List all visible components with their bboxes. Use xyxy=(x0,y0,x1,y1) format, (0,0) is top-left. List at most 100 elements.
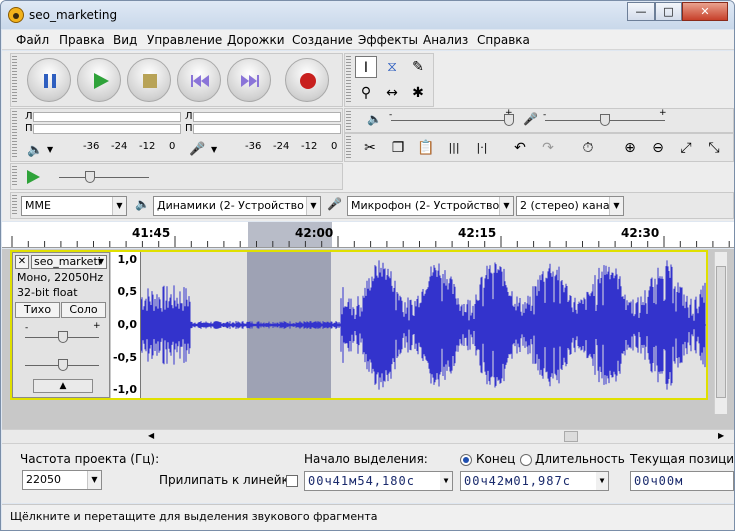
chevron-down-icon: ▼ xyxy=(596,472,608,490)
meter-left-label: Л xyxy=(25,111,33,122)
timeshift-tool-icon[interactable]: ↔ xyxy=(381,82,403,104)
scroll-right-icon[interactable]: ▶ xyxy=(718,431,724,440)
silence-icon[interactable]: |·| xyxy=(471,137,493,159)
sync-lock-icon[interactable]: ⏱ xyxy=(577,137,599,159)
toolbar-grip[interactable] xyxy=(12,111,17,159)
speaker-icon[interactable]: 🔈 xyxy=(27,143,43,158)
audio-position-field[interactable]: 00ч00м xyxy=(630,471,734,491)
playback-device-select[interactable]: Динамики (2- Устройство с п ▼ xyxy=(153,196,321,216)
timeline-ruler[interactable]: 41:45 42:00 42:15 42:30 xyxy=(2,222,734,248)
menu-file[interactable]: Файл xyxy=(16,33,49,47)
recording-device-select[interactable]: Микрофон (2- Устройство с г ▼ xyxy=(347,196,514,216)
collapse-track-button[interactable]: ▲ xyxy=(33,379,93,393)
scale-label: -0,5 xyxy=(112,351,137,364)
vertical-scrollbar[interactable] xyxy=(714,252,727,414)
vertical-scrollbar-thumb[interactable] xyxy=(716,266,726,398)
play-at-speed-icon[interactable] xyxy=(25,169,41,185)
skip-start-button[interactable] xyxy=(177,58,221,102)
project-rate-select[interactable]: 22050 ▼ xyxy=(22,470,102,490)
menu-effects[interactable]: Эффекты xyxy=(358,33,418,47)
gain-minus: - xyxy=(25,323,29,333)
minimize-button[interactable]: — xyxy=(627,2,655,21)
waveform-display[interactable] xyxy=(140,252,706,398)
play-meter-right[interactable] xyxy=(33,124,181,134)
skip-end-button[interactable] xyxy=(227,58,271,102)
speed-slider[interactable] xyxy=(59,177,149,178)
channels-select[interactable]: 2 (стерео) канал ▼ xyxy=(516,196,624,216)
input-volume-thumb[interactable] xyxy=(600,114,610,126)
trim-icon[interactable]: ||| xyxy=(443,137,465,159)
play-meter-left[interactable] xyxy=(33,112,181,122)
menu-view[interactable]: Вид xyxy=(113,33,137,47)
rec-meter-right[interactable] xyxy=(193,124,341,134)
menu-tracks[interactable]: Дорожки xyxy=(227,33,285,47)
zoom-out-icon[interactable]: ⊖ xyxy=(647,137,669,159)
output-volume-slider[interactable] xyxy=(391,120,511,121)
title-bar: seo_marketing — □ ✕ xyxy=(1,1,734,29)
snap-checkbox[interactable] xyxy=(286,475,298,487)
pause-button[interactable] xyxy=(27,58,71,102)
multi-tool-icon[interactable]: ✱ xyxy=(407,82,429,104)
horizontal-scrollbar[interactable]: ◀ ▶ xyxy=(2,429,734,443)
menu-generate[interactable]: Создание xyxy=(292,33,353,47)
toolbar-grip[interactable] xyxy=(12,56,17,104)
draw-tool-icon[interactable]: ✎ xyxy=(407,56,429,78)
menu-help[interactable]: Справка xyxy=(477,33,530,47)
menu-edit[interactable]: Правка xyxy=(59,33,105,47)
play-button[interactable] xyxy=(77,58,121,102)
copy-icon[interactable]: ❐ xyxy=(387,137,409,159)
horizontal-scrollbar-thumb[interactable] xyxy=(564,431,578,442)
selection-start-field[interactable]: 00ч41м54,180с ▼ xyxy=(304,471,453,491)
speed-slider-thumb[interactable] xyxy=(85,171,95,183)
rec-meter-left[interactable] xyxy=(193,112,341,122)
menu-transport[interactable]: Управление xyxy=(147,33,222,47)
toolbar-grip[interactable] xyxy=(12,195,17,216)
toolbar-grip[interactable] xyxy=(346,56,351,104)
input-volume-icon: 🎤 xyxy=(523,112,538,126)
zoom-tool-icon[interactable]: ⚲ xyxy=(355,82,377,104)
stop-button[interactable] xyxy=(127,58,171,102)
menu-bar: Файл Правка Вид Управление Дорожки Созда… xyxy=(2,30,734,50)
rec-meter-dropdown-icon[interactable]: ▼ xyxy=(211,145,217,154)
play-meter-tick: -12 xyxy=(139,141,156,152)
selection-tool-icon[interactable]: I xyxy=(355,56,377,78)
zoom-in-icon[interactable]: ⊕ xyxy=(619,137,641,159)
toolbar-grip[interactable] xyxy=(12,166,17,187)
scroll-left-icon[interactable]: ◀ xyxy=(148,431,154,440)
undo-icon[interactable]: ↶ xyxy=(509,137,531,159)
toolbar-grip[interactable] xyxy=(346,136,351,159)
paste-icon[interactable]: 📋 xyxy=(415,137,437,159)
selection-end-field[interactable]: 00ч42м01,987с ▼ xyxy=(460,471,609,491)
solo-button[interactable]: Соло xyxy=(61,302,106,318)
toolbar-empty-space xyxy=(344,163,734,190)
track-area: ✕ seo_marketi ▼ Моно, 22050Hz 32-bit floa… xyxy=(2,249,734,429)
track-close-button[interactable]: ✕ xyxy=(15,255,29,269)
fit-project-icon[interactable]: ⤡ xyxy=(703,137,725,159)
cut-icon[interactable]: ✂ xyxy=(359,137,381,159)
gain-slider-thumb[interactable] xyxy=(58,331,68,343)
play-meter-dropdown-icon[interactable]: ▼ xyxy=(47,145,53,154)
fit-selection-icon[interactable]: ⤢ xyxy=(675,137,697,159)
toolbar-grip[interactable] xyxy=(346,111,351,130)
envelope-tool-icon[interactable]: ⧖ xyxy=(381,56,403,78)
pan-slider-thumb[interactable] xyxy=(58,359,68,371)
track-control-panel: ✕ seo_marketi ▼ Моно, 22050Hz 32-bit floa… xyxy=(12,252,110,398)
audio-host-select[interactable]: MME ▼ xyxy=(21,196,127,216)
output-volume-thumb[interactable] xyxy=(504,114,514,126)
length-label: Длительность xyxy=(535,452,625,466)
mute-button[interactable]: Тихо xyxy=(15,302,60,318)
menu-analyze[interactable]: Анализ xyxy=(423,33,468,47)
snap-label: Прилипать к линейке xyxy=(159,473,297,487)
recording-device-value: Микрофон (2- Устройство с г xyxy=(351,199,514,212)
end-label: Конец xyxy=(476,452,516,466)
close-button[interactable]: ✕ xyxy=(682,2,728,21)
length-radio[interactable] xyxy=(520,454,532,466)
scale-label: -1,0 xyxy=(112,383,137,396)
track-name: seo_marketi xyxy=(34,255,101,268)
record-button[interactable] xyxy=(285,58,329,102)
end-radio[interactable] xyxy=(460,454,472,466)
maximize-button[interactable]: □ xyxy=(655,2,682,21)
microphone-icon[interactable]: 🎤 xyxy=(189,142,205,157)
track-name-menu[interactable]: seo_marketi ▼ xyxy=(31,255,107,269)
redo-icon[interactable]: ↷ xyxy=(537,137,559,159)
